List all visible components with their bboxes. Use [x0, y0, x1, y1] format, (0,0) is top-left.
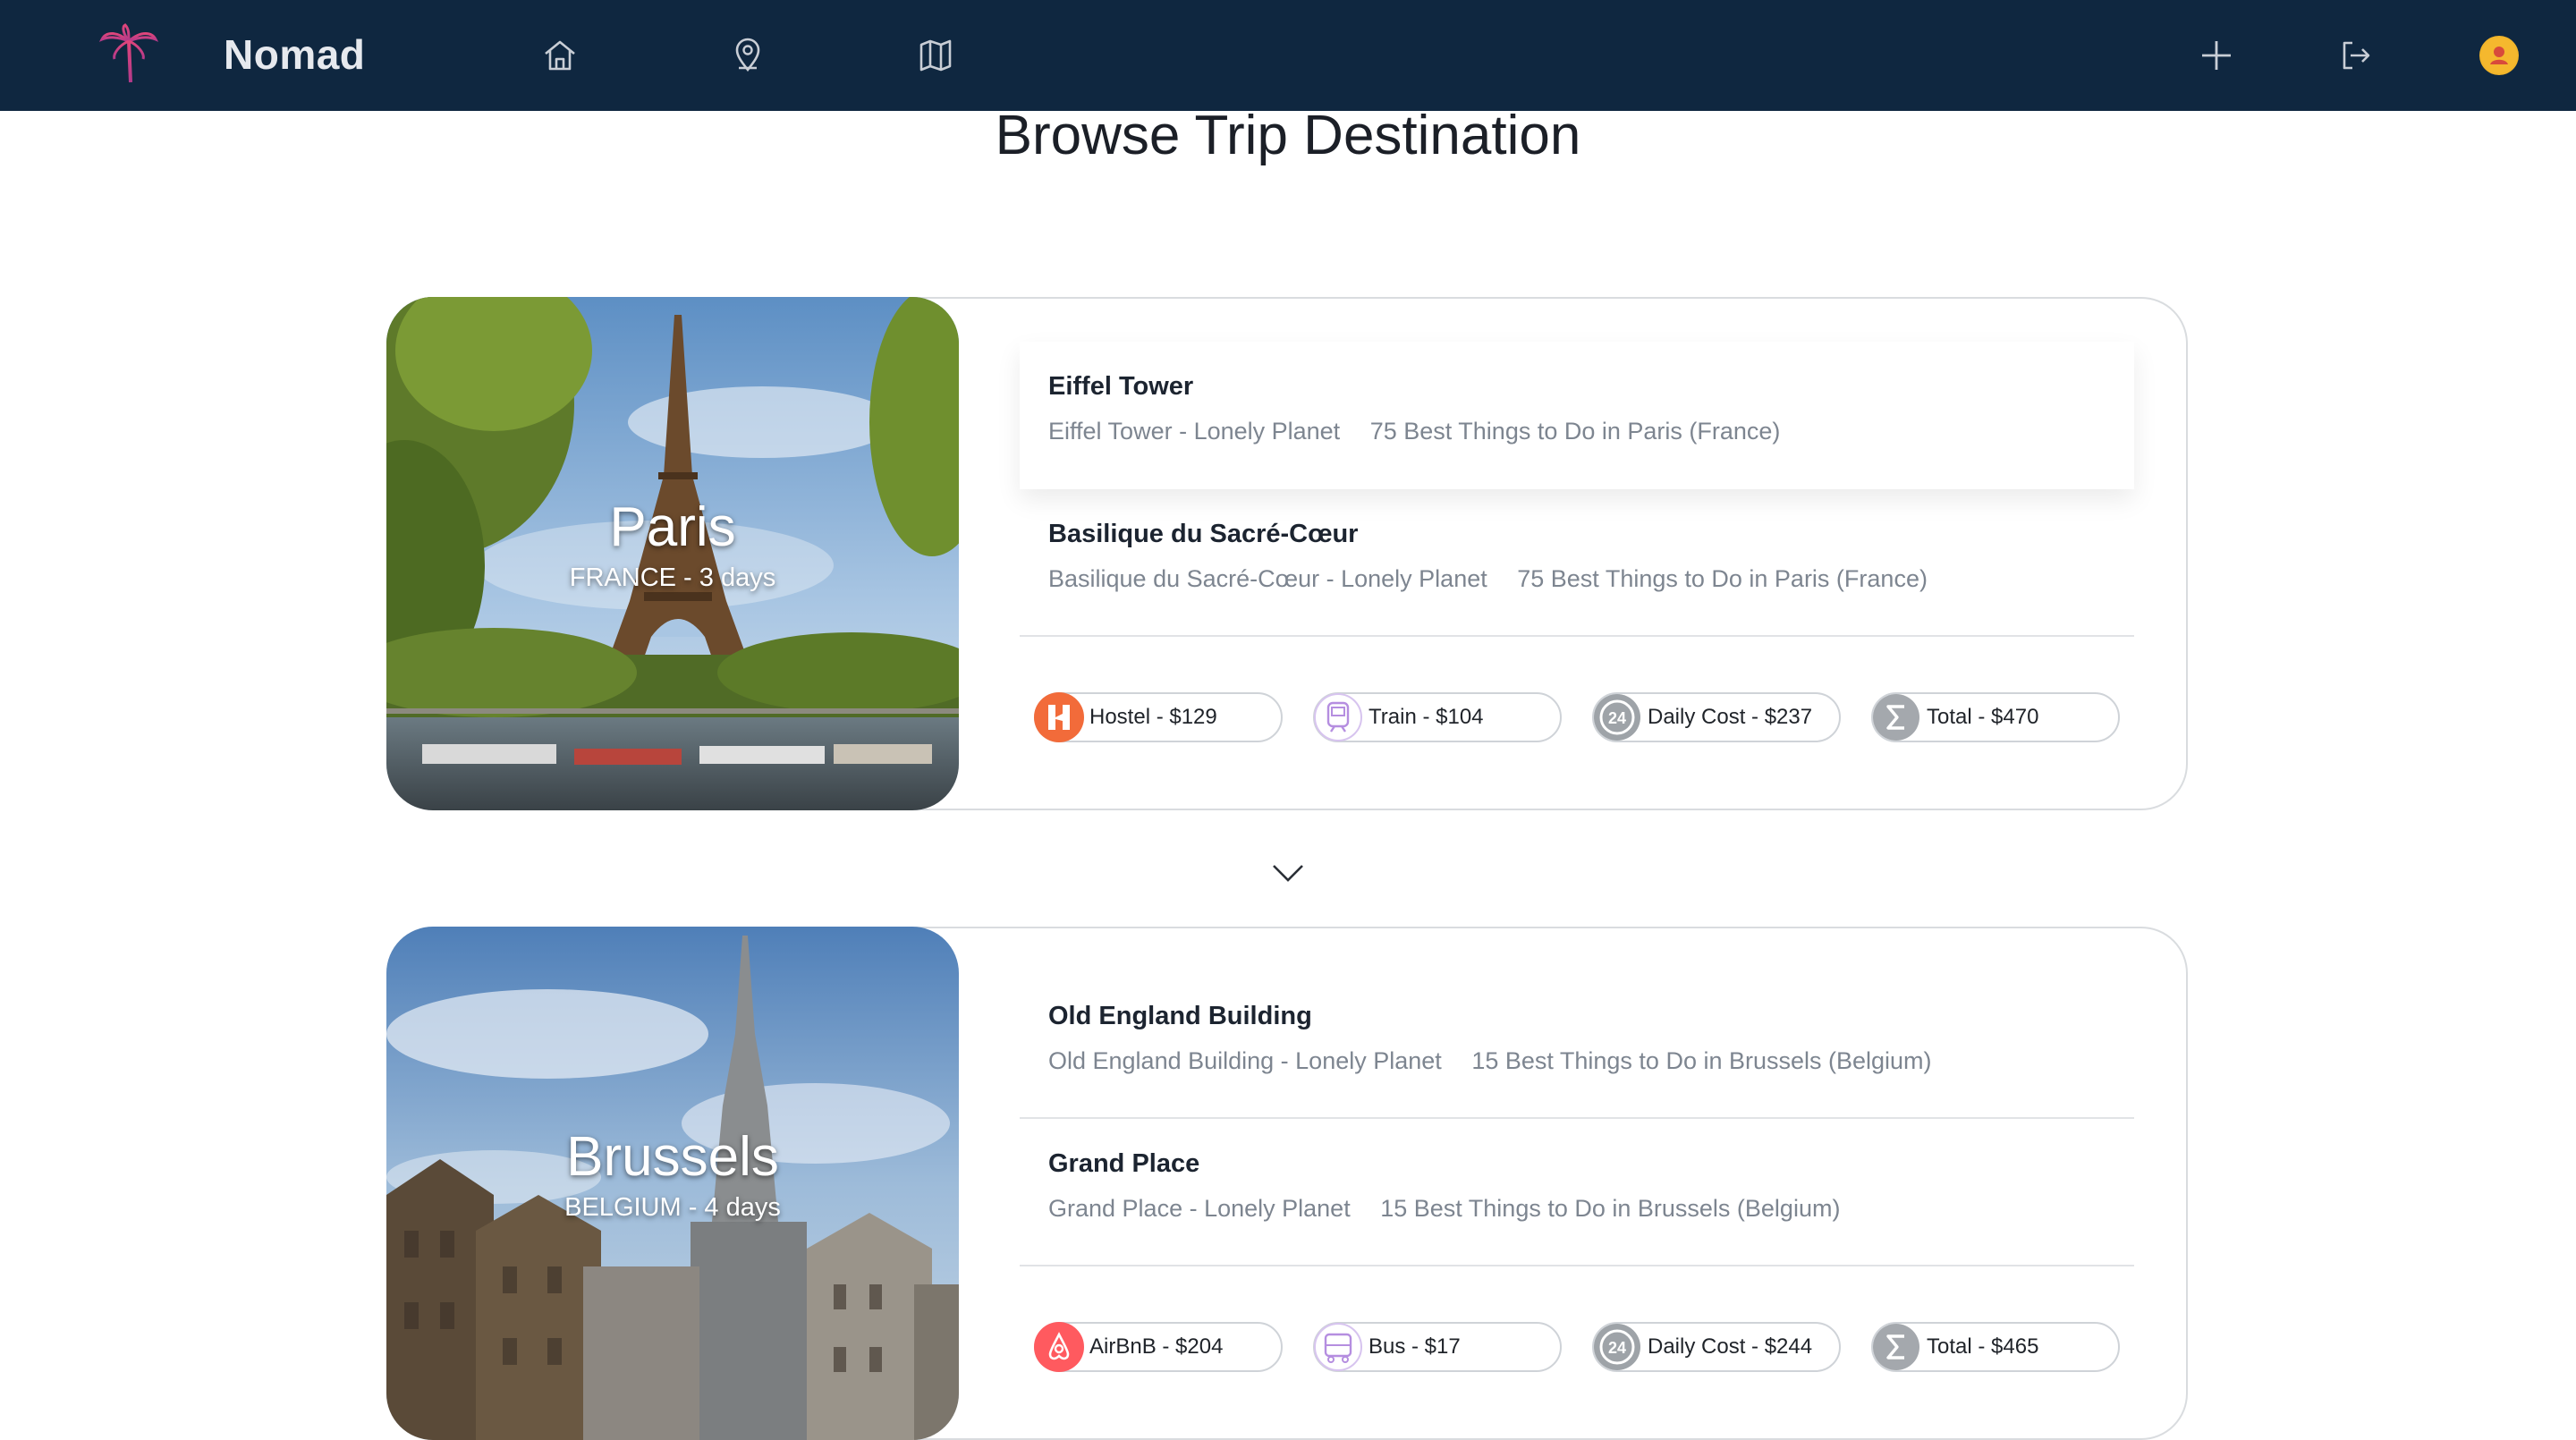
cost-label: Hostel - $129	[1089, 705, 1217, 729]
attraction-link[interactable]: 75 Best Things to Do in Paris (France)	[1370, 418, 1781, 445]
plus-icon[interactable]	[2197, 36, 2236, 75]
logout-icon[interactable]	[2336, 36, 2376, 75]
attraction-link[interactable]: Grand Place - Lonely Planet	[1048, 1195, 1351, 1222]
attraction-link[interactable]: 75 Best Things to Do in Paris (France)	[1517, 565, 1928, 592]
attraction-name: Eiffel Tower	[1048, 372, 1194, 401]
cost-label: Total - $470	[1927, 705, 2039, 729]
cost-chip[interactable]: Total - $470	[1871, 692, 2120, 742]
attraction-name: Old England Building	[1048, 1002, 1312, 1030]
sigma-icon	[1871, 692, 1921, 742]
location-pin-icon[interactable]	[728, 36, 767, 75]
paris-photo: Paris FRANCE - 3 days	[386, 297, 959, 810]
cost-chips: Hostel - $129 Train - $104 24 Daily Cost…	[1034, 692, 2120, 742]
map-icon[interactable]	[916, 36, 955, 75]
chevron-down-icon[interactable]	[1272, 862, 1304, 884]
cost-chip[interactable]: Hostel - $129	[1034, 692, 1283, 742]
sigma-icon	[1871, 1322, 1921, 1372]
home-icon[interactable]	[540, 36, 580, 75]
cost-chip[interactable]: Total - $465	[1871, 1322, 2120, 1372]
user-avatar-icon[interactable]	[2479, 36, 2519, 75]
bus-icon	[1313, 1322, 1363, 1372]
cost-label: Train - $104	[1368, 705, 1484, 729]
trip-city-name: Brussels	[566, 1126, 779, 1188]
attraction-name: Basilique du Sacré-Cœur	[1048, 520, 1359, 548]
cost-chip[interactable]: Bus - $17	[1313, 1322, 1562, 1372]
cost-chip[interactable]: 24 Daily Cost - $237	[1592, 692, 1841, 742]
cost-label: Bus - $17	[1368, 1334, 1461, 1359]
attraction-link[interactable]: Eiffel Tower - Lonely Planet	[1048, 418, 1340, 445]
cost-chip[interactable]: AirBnB - $204	[1034, 1322, 1283, 1372]
top-navigation-bar: Nomad	[0, 0, 2576, 111]
24h-icon: 24	[1592, 1322, 1642, 1372]
cost-chip[interactable]: Train - $104	[1313, 692, 1562, 742]
page-title: Browse Trip Destination	[995, 105, 1581, 166]
attraction-item[interactable]: Old England Building Old England Buildin…	[1020, 971, 2134, 1119]
attraction-item[interactable]: Eiffel Tower Eiffel Tower - Lonely Plane…	[1020, 342, 2134, 489]
24h-icon: 24	[1592, 692, 1642, 742]
attraction-link[interactable]: Old England Building - Lonely Planet	[1048, 1047, 1442, 1074]
trip-card-paris[interactable]: Paris FRANCE - 3 days Eiffel Tower Eiffe…	[386, 297, 2188, 810]
airbnb-icon	[1034, 1322, 1084, 1372]
trip-country-duration: FRANCE - 3 days	[569, 563, 776, 592]
attraction-link[interactable]: Basilique du Sacré-Cœur - Lonely Planet	[1048, 565, 1487, 592]
cost-label: Daily Cost - $237	[1648, 705, 1813, 729]
attraction-name: Grand Place	[1048, 1149, 1200, 1178]
svg-text:24: 24	[1608, 1339, 1626, 1357]
attraction-item[interactable]: Grand Place Grand Place - Lonely Planet …	[1020, 1119, 2134, 1266]
cost-chips: AirBnB - $204 Bus - $17 24 Daily Cost - …	[1034, 1322, 2120, 1372]
svg-text:24: 24	[1608, 709, 1626, 727]
hostel-icon	[1034, 692, 1084, 742]
cost-label: Total - $465	[1927, 1334, 2039, 1359]
trip-country-duration: BELGIUM - 4 days	[564, 1193, 781, 1222]
brand-name[interactable]: Nomad	[224, 30, 365, 79]
train-icon	[1313, 692, 1363, 742]
attraction-link[interactable]: 15 Best Things to Do in Brussels (Belgiu…	[1471, 1047, 1931, 1074]
brussels-photo: Brussels BELGIUM - 4 days	[386, 927, 959, 1440]
cost-label: AirBnB - $204	[1089, 1334, 1224, 1359]
attraction-item[interactable]: Basilique du Sacré-Cœur Basilique du Sac…	[1020, 489, 2134, 637]
palm-tree-logo-icon[interactable]	[98, 23, 159, 88]
trip-card-brussels[interactable]: Brussels BELGIUM - 4 days Old England Bu…	[386, 927, 2188, 1440]
trip-city-name: Paris	[609, 496, 736, 558]
cost-label: Daily Cost - $244	[1648, 1334, 1813, 1359]
attraction-link[interactable]: 15 Best Things to Do in Brussels (Belgiu…	[1380, 1195, 1840, 1222]
cost-chip[interactable]: 24 Daily Cost - $244	[1592, 1322, 1841, 1372]
